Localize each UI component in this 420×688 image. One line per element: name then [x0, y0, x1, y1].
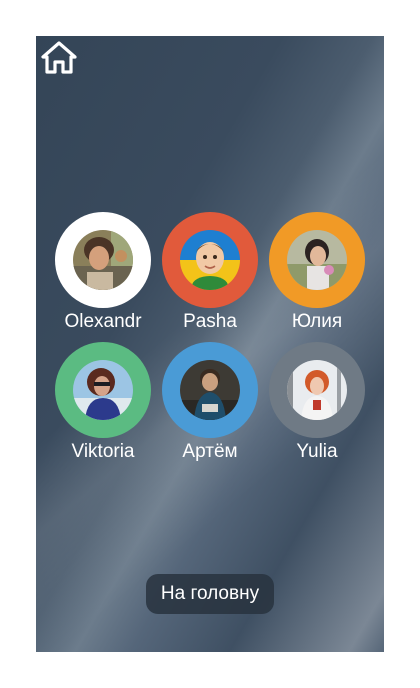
contact-name: Olexandr: [64, 311, 142, 332]
contact-pasha[interactable]: Pasha: [160, 212, 260, 332]
avatar-ring: [269, 212, 365, 308]
home-button[interactable]: [40, 40, 78, 76]
avatar: [287, 360, 347, 420]
contact-name: Yulia: [296, 441, 338, 462]
avatar: [73, 230, 133, 290]
contact-name: Артём: [182, 441, 238, 462]
avatar-ring: [162, 212, 258, 308]
contact-viktoria[interactable]: Viktoria: [53, 342, 153, 462]
phone-screen: Olexandr Pasha Юлия Viktoria Артём Yulia…: [36, 36, 384, 652]
avatar: [287, 230, 347, 290]
home-icon: [41, 41, 77, 74]
avatar-ring: [55, 212, 151, 308]
contact-yuliya[interactable]: Юлия: [267, 212, 367, 332]
avatar-ring: [269, 342, 365, 438]
contact-artem[interactable]: Артём: [160, 342, 260, 462]
contact-name: Pasha: [183, 311, 237, 332]
avatar: [180, 230, 240, 290]
avatar-ring: [162, 342, 258, 438]
go-home-button[interactable]: На головну: [146, 574, 274, 614]
contact-name: Viktoria: [71, 441, 135, 462]
avatar: [180, 360, 240, 420]
contact-name: Юлия: [291, 311, 343, 332]
avatar-ring: [55, 342, 151, 438]
contact-yulia[interactable]: Yulia: [267, 342, 367, 462]
contact-olexandr[interactable]: Olexandr: [53, 212, 153, 332]
avatar: [73, 360, 133, 420]
